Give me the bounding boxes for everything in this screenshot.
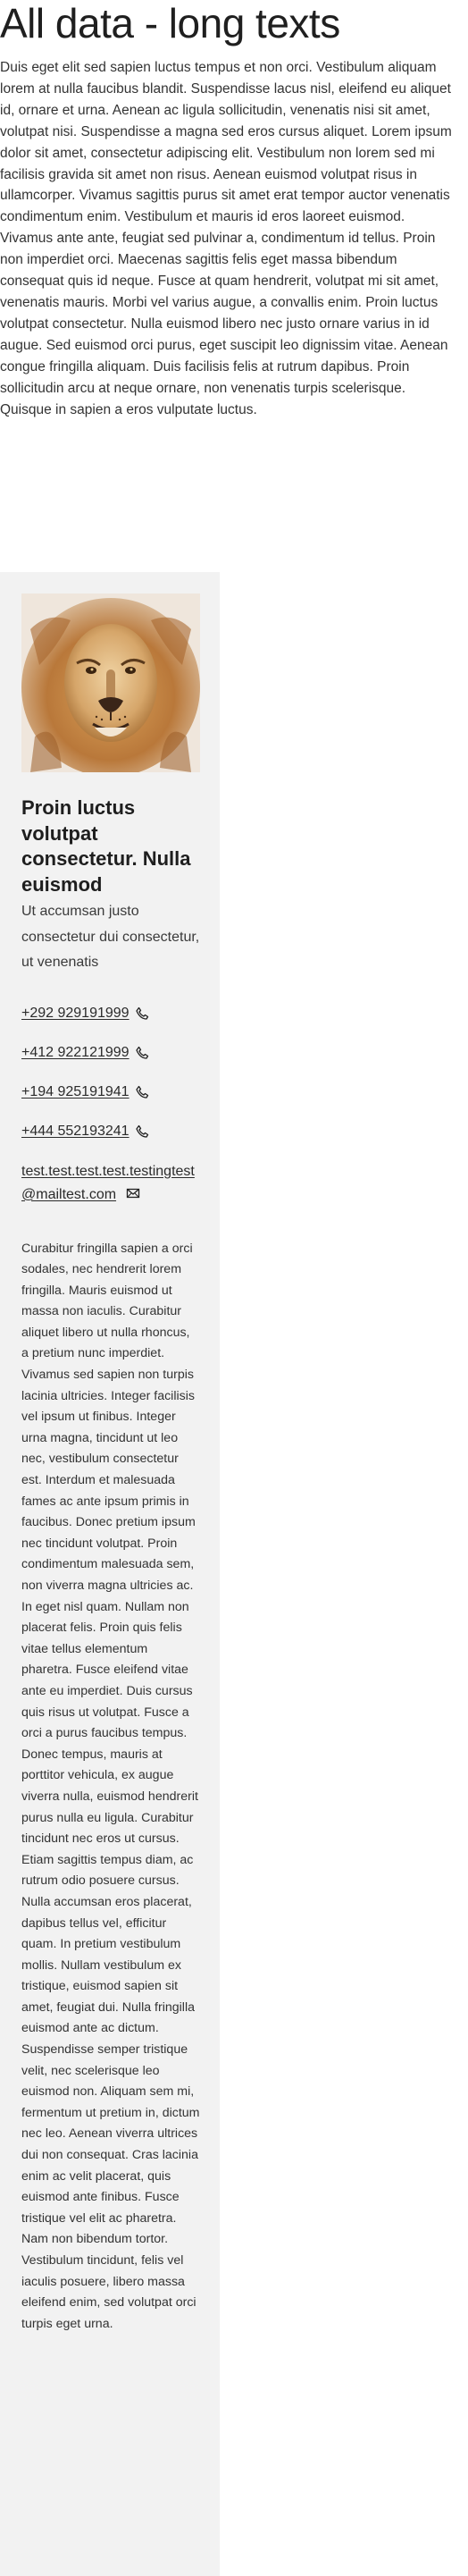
phone-row: +444 552193241: [21, 1121, 200, 1142]
phone-link[interactable]: +444 552193241: [21, 1121, 130, 1142]
phone-row: +194 925191941: [21, 1082, 200, 1103]
phone-link[interactable]: +194 925191941: [21, 1082, 130, 1103]
phone-list: +292 929191999 +412 922121999 +194 92519…: [21, 1003, 200, 1142]
phone-icon: [135, 1046, 148, 1059]
card-title: Proin luctus volutpat consectetur. Nulla…: [21, 796, 191, 896]
phone-icon: [135, 1124, 148, 1138]
phone-row: +412 922121999: [21, 1042, 200, 1064]
card-subtitle: Ut accumsan justo consectetur dui consec…: [21, 904, 200, 970]
lion-portrait-image: [21, 593, 200, 772]
card-description: Curabitur fringilla sapien a orci sodale…: [21, 1241, 200, 2331]
phone-link[interactable]: +412 922121999: [21, 1042, 130, 1064]
page-title: All data - long texts: [0, 0, 340, 46]
envelope-icon: [126, 1188, 139, 1198]
email-link[interactable]: test.test.test.test.testingtest@mailtest…: [21, 1164, 195, 1202]
phone-icon: [135, 1006, 148, 1020]
contact-card: Proin luctus volutpat consectetur. Nulla…: [0, 572, 220, 2576]
intro-paragraph: Duis eget elit sed sapien luctus tempus …: [0, 60, 452, 417]
phone-link[interactable]: +292 929191999: [21, 1003, 130, 1024]
phone-row: +292 929191999: [21, 1003, 200, 1024]
phone-icon: [135, 1085, 148, 1099]
contact-card-content: Proin luctus volutpat consectetur. Nulla…: [21, 593, 200, 2348]
email-row: test.test.test.test.testingtest@mailtest…: [21, 1160, 200, 1207]
